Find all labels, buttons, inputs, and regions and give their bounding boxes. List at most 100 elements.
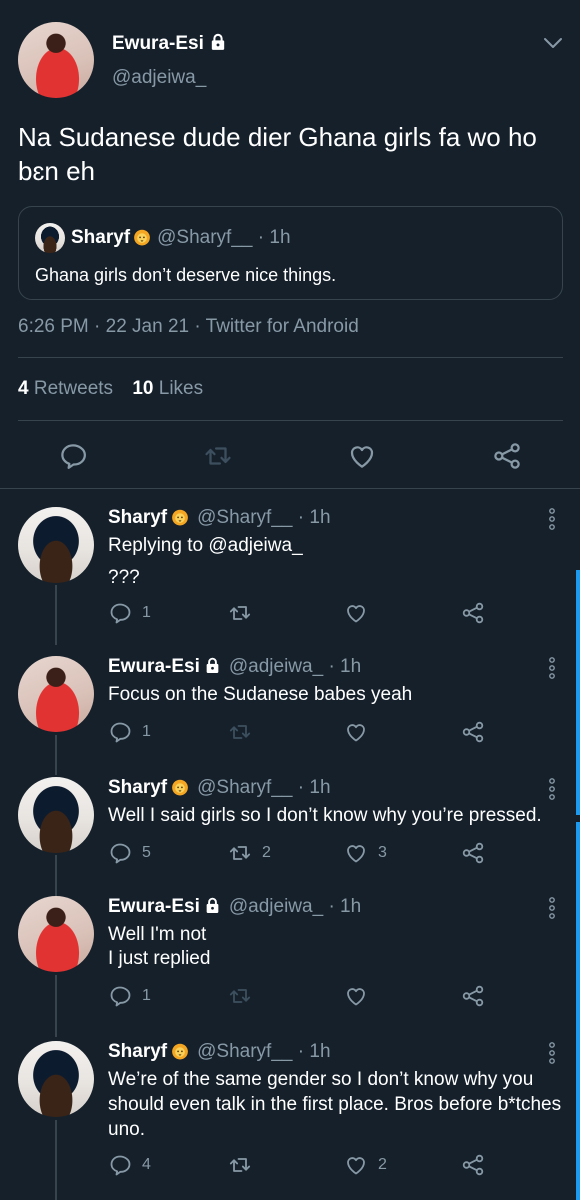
- retweet-action[interactable]: [228, 984, 252, 1008]
- likes-label: Likes: [158, 378, 204, 399]
- likes-count: 10: [132, 378, 154, 399]
- author-handle[interactable]: @Sharyf__: [197, 1041, 292, 1062]
- like-action[interactable]: [344, 720, 368, 744]
- share-action[interactable]: [461, 1153, 485, 1177]
- reply-text: Focus on the Sudanese babes yeah: [108, 684, 413, 705]
- tweet-time: · 1h: [297, 777, 331, 798]
- lock-icon: [209, 33, 227, 51]
- reply-count: 1: [142, 604, 151, 621]
- author-handle[interactable]: @Sharyf__: [197, 507, 292, 528]
- retweet-action[interactable]: [228, 601, 252, 625]
- share-action[interactable]: [461, 841, 485, 865]
- reply-action[interactable]: 1: [108, 720, 151, 744]
- divider: [18, 357, 563, 358]
- author-name[interactable]: Ewura-Esi: [108, 896, 200, 917]
- quote-avatar: [35, 223, 65, 253]
- retweets-stat[interactable]: 4 Retweets: [18, 378, 113, 399]
- retweet-icon: [228, 720, 252, 744]
- like-icon[interactable]: [347, 441, 377, 471]
- reply-icon: [108, 984, 132, 1008]
- share-icon[interactable]: [492, 441, 522, 471]
- like-action[interactable]: [344, 984, 368, 1008]
- replying-to: Replying to @adjeiwa_: [108, 533, 563, 558]
- author-handle[interactable]: @adjeiwa_: [229, 896, 323, 917]
- author-name[interactable]: Sharyf: [108, 1041, 167, 1062]
- likes-stat[interactable]: 10 Likes: [132, 378, 203, 399]
- reply-icon: [108, 720, 132, 744]
- share-action[interactable]: [461, 984, 485, 1008]
- more-vertical-icon[interactable]: [548, 656, 556, 680]
- more-vertical-icon[interactable]: [548, 777, 556, 801]
- reply-text-line-1: Well I'm not: [108, 924, 207, 945]
- like-icon: [344, 841, 368, 865]
- share-icon: [461, 601, 485, 625]
- scrollbar[interactable]: [576, 822, 580, 1200]
- tweet-time: · 1h: [297, 507, 331, 528]
- author-handle[interactable]: @Sharyf__: [197, 777, 292, 798]
- tweet-time: · 1h: [297, 1041, 331, 1062]
- reply-icon[interactable]: [58, 441, 88, 471]
- share-icon: [461, 841, 485, 865]
- reply-tweet[interactable]: Ewura-Esi @adjeiwa_ · 1h Well I'm not I j…: [0, 896, 580, 1026]
- avatar[interactable]: [18, 507, 94, 583]
- more-vertical-icon[interactable]: [548, 1041, 556, 1065]
- replying-to-handle[interactable]: @adjeiwa_: [208, 535, 302, 556]
- reply-header: Sharyf @Sharyf__ · 1h: [108, 507, 331, 529]
- tweet-time: · 1h: [328, 656, 362, 677]
- avatar[interactable]: [18, 1041, 94, 1117]
- replying-to-label: Replying to: [108, 535, 204, 556]
- reply-icon: [108, 1153, 132, 1177]
- share-action[interactable]: [461, 720, 485, 744]
- lock-icon: [204, 657, 221, 674]
- retweet-action[interactable]: [228, 720, 252, 744]
- author-name[interactable]: Sharyf: [108, 777, 167, 798]
- chevron-down-icon[interactable]: [542, 36, 564, 50]
- scrollbar[interactable]: [576, 570, 580, 815]
- reply-header: Sharyf @Sharyf__ · 1h: [108, 777, 331, 799]
- reply-icon: [108, 841, 132, 865]
- author-handle[interactable]: @adjeiwa_: [229, 656, 323, 677]
- avatar[interactable]: [18, 777, 94, 853]
- retweet-icon: [228, 841, 252, 865]
- retweet-action[interactable]: [228, 1153, 252, 1177]
- like-action[interactable]: 2: [344, 1153, 387, 1177]
- quoted-tweet[interactable]: Sharyf @Sharyf__ · 1h Ghana girls don’t d…: [18, 206, 563, 300]
- like-action[interactable]: [344, 601, 368, 625]
- like-action[interactable]: 3: [344, 841, 387, 865]
- avatar[interactable]: [18, 656, 94, 732]
- reply-tweet[interactable]: Sharyf @Sharyf__ · 1h Replying to @adjeiw…: [0, 507, 580, 637]
- share-action[interactable]: [461, 601, 485, 625]
- retweet-action[interactable]: 2: [228, 841, 271, 865]
- author-name[interactable]: Ewura-Esi: [112, 33, 227, 55]
- share-icon: [461, 1153, 485, 1177]
- reply-count: 1: [142, 987, 151, 1004]
- avatar[interactable]: [18, 896, 94, 972]
- more-vertical-icon[interactable]: [548, 896, 556, 920]
- reply-tweet[interactable]: Ewura-Esi @adjeiwa_ · 1h Focus on the Sud…: [0, 656, 580, 756]
- retweet-icon: [228, 1153, 252, 1177]
- reply-tweet[interactable]: Sharyf @Sharyf__ · 1h Well I said girls s…: [0, 777, 580, 877]
- reply-action[interactable]: 1: [108, 601, 151, 625]
- lock-icon: [204, 897, 221, 914]
- reply-action[interactable]: 4: [108, 1153, 151, 1177]
- lion-emoji-icon: [171, 1042, 189, 1060]
- author-name[interactable]: Ewura-Esi: [108, 656, 200, 677]
- reply-action[interactable]: 5: [108, 841, 151, 865]
- reply-header: Ewura-Esi @adjeiwa_ · 1h: [108, 896, 361, 918]
- divider: [0, 488, 580, 489]
- retweet-icon[interactable]: [203, 441, 233, 471]
- avatar[interactable]: [18, 22, 94, 98]
- reply-tweet[interactable]: Sharyf @Sharyf__ · 1h We’re of the same g…: [0, 1041, 580, 1200]
- share-icon: [461, 720, 485, 744]
- reply-count: 4: [142, 1156, 151, 1173]
- author-handle[interactable]: @adjeiwa_: [112, 67, 206, 89]
- author-name[interactable]: Sharyf: [108, 507, 167, 528]
- lion-emoji-icon: [133, 228, 151, 246]
- reply-action[interactable]: 1: [108, 984, 151, 1008]
- more-vertical-icon[interactable]: [548, 507, 556, 531]
- like-icon: [344, 720, 368, 744]
- like-icon: [344, 1153, 368, 1177]
- tweet-meta: 6:26 PM · 22 Jan 21 · Twitter for Androi…: [18, 316, 359, 337]
- like-count: 3: [378, 844, 387, 861]
- quote-author-name: Sharyf: [71, 227, 131, 248]
